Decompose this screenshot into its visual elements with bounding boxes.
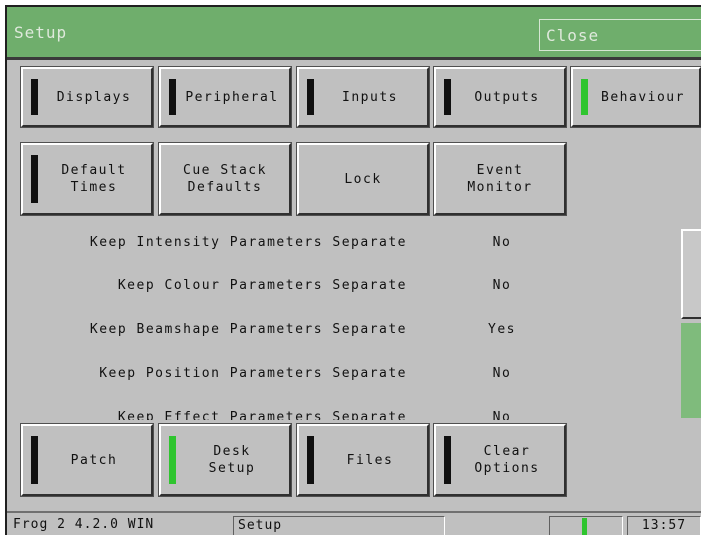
tab-cue-stack-defaults[interactable]: Cue Stack Defaults (158, 142, 292, 216)
files-button[interactable]: Files (296, 423, 430, 497)
tab-lock[interactable]: Lock (296, 142, 430, 216)
button-label: Files (346, 452, 394, 468)
button-label: Clear Options (474, 444, 540, 476)
peripheral-indicator (169, 79, 176, 115)
tab-label: Cue Stack Defaults (183, 163, 267, 195)
scrollbar-thumb[interactable] (681, 323, 701, 418)
setting-row[interactable]: Keep Effect Parameters Separate No (7, 410, 567, 420)
displays-indicator (31, 79, 38, 115)
button-label: Patch (70, 452, 118, 468)
tab-label: Default Times (61, 163, 127, 195)
setting-row[interactable]: Keep Colour Parameters Separate No (7, 278, 567, 300)
files-indicator (307, 436, 314, 484)
tab-label: Peripheral (185, 89, 279, 105)
tab-behaviour[interactable]: Behaviour (570, 66, 701, 128)
button-label: Desk Setup (208, 444, 256, 476)
setting-label: Keep Effect Parameters Separate (117, 410, 407, 420)
tab-label: Outputs (474, 89, 540, 105)
clear-options-indicator (444, 436, 451, 484)
tab-outputs[interactable]: Outputs (433, 66, 567, 128)
setting-label: Keep Position Parameters Separate (99, 366, 407, 381)
setting-value[interactable]: No (467, 235, 537, 250)
setting-row[interactable]: Keep Beamshape Parameters Separate Yes (7, 322, 567, 344)
tab-label: Event Monitor (467, 163, 533, 195)
tab-inputs[interactable]: Inputs (296, 66, 430, 128)
setting-value[interactable]: Yes (467, 322, 537, 337)
current-screen-label: Setup (233, 516, 445, 535)
patch-indicator (31, 436, 38, 484)
tab-displays[interactable]: Displays (20, 66, 154, 128)
desk-setup-indicator (169, 436, 176, 484)
settings-list: Keep Intensity Parameters Separate No Ke… (7, 232, 567, 420)
setting-label: Keep Colour Parameters Separate (117, 278, 407, 293)
scroll-up-area[interactable] (681, 229, 701, 319)
activity-led (582, 518, 587, 535)
default-times-indicator (31, 155, 38, 203)
setting-value[interactable]: No (467, 410, 537, 420)
tab-peripheral[interactable]: Peripheral (158, 66, 292, 128)
setting-value[interactable]: No (467, 278, 537, 293)
setup-window: Setup Close Displays Peripheral Inputs O… (5, 5, 701, 535)
setting-row[interactable]: Keep Position Parameters Separate No (7, 366, 567, 388)
tab-label: Displays (56, 89, 132, 105)
tab-label: Behaviour (601, 89, 685, 105)
inputs-indicator (307, 79, 314, 115)
version-label: Frog 2 4.2.0 WIN (13, 517, 155, 532)
desk-setup-button[interactable]: Desk Setup (158, 423, 292, 497)
tab-label: Lock (344, 171, 382, 187)
setting-label: Keep Beamshape Parameters Separate (89, 322, 407, 337)
status-bar: Frog 2 4.2.0 WIN Setup 13:57 (7, 511, 701, 535)
tab-label: Inputs (342, 89, 398, 105)
tab-event-monitor[interactable]: Event Monitor (433, 142, 567, 216)
patch-button[interactable]: Patch (20, 423, 154, 497)
setting-value[interactable]: No (467, 366, 537, 381)
setting-row[interactable]: Keep Intensity Parameters Separate No (7, 235, 567, 257)
setting-label: Keep Intensity Parameters Separate (89, 235, 407, 250)
behaviour-indicator (581, 79, 588, 115)
clock: 13:57 (627, 516, 701, 535)
tab-default-times[interactable]: Default Times (20, 142, 154, 216)
window-title: Setup (14, 23, 68, 42)
close-button[interactable]: Close (539, 19, 701, 51)
outputs-indicator (444, 79, 451, 115)
clear-options-button[interactable]: Clear Options (433, 423, 567, 497)
title-bar: Setup Close (7, 7, 701, 60)
